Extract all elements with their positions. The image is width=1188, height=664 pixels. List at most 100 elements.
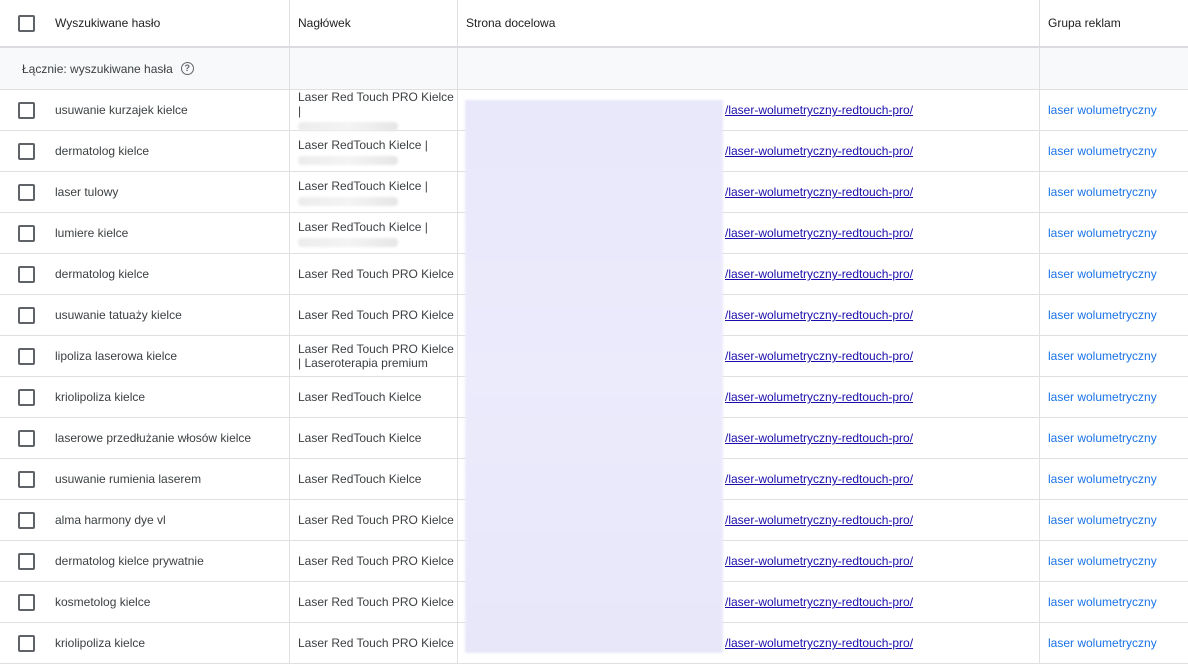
select-all-checkbox[interactable] xyxy=(18,14,35,32)
landing-page-link[interactable]: /laser-wolumetryczny-redtouch-pro/ xyxy=(725,513,913,527)
ad-group-link[interactable]: laser wolumetryczny xyxy=(1048,226,1157,240)
headline-text: Laser Red Touch PRO Kielce xyxy=(298,267,454,281)
ad-group-cell: laser wolumetryczny xyxy=(1040,254,1188,294)
row-checkbox[interactable] xyxy=(18,511,35,529)
keyword-cell: lumiere kielce xyxy=(0,213,290,253)
landing-page-link[interactable]: /laser-wolumetryczny-redtouch-pro/ xyxy=(725,431,913,445)
keyword-text: alma harmony dye vl xyxy=(55,513,166,527)
headline-block: Laser Red Touch PRO Kielce | Laseroterap… xyxy=(298,342,454,370)
keyword-cell: usuwanie rumienia laserem xyxy=(0,459,290,499)
keyword-text: usuwanie tatuaży kielce xyxy=(55,308,182,322)
ad-group-link[interactable]: laser wolumetryczny xyxy=(1048,267,1157,281)
headline-text: Laser Red Touch PRO Kielce xyxy=(298,636,454,650)
headline-cell: Laser RedTouch Kielce xyxy=(290,377,458,417)
landing-page-link[interactable]: /laser-wolumetryczny-redtouch-pro/ xyxy=(725,349,913,363)
ad-group-link[interactable]: laser wolumetryczny xyxy=(1048,636,1157,650)
ad-group-cell: laser wolumetryczny xyxy=(1040,131,1188,171)
headline-block: Laser Red Touch PRO Kielce xyxy=(298,636,454,650)
keyword-text: usuwanie kurzajek kielce xyxy=(55,103,188,117)
keyword-text: laserowe przedłużanie włosów kielce xyxy=(55,431,252,445)
header-landing-page[interactable]: Strona docelowa xyxy=(466,16,555,30)
row-checkbox[interactable] xyxy=(18,224,35,242)
headline-cell: Laser Red Touch PRO Kielce xyxy=(290,623,458,663)
landing-page-link[interactable]: /laser-wolumetryczny-redtouch-pro/ xyxy=(725,390,913,404)
total-label-cell: Łącznie: wyszukiwane hasła ? xyxy=(0,48,290,89)
headline-cell: Laser RedTouch Kielce | xyxy=(290,213,458,253)
row-checkbox[interactable] xyxy=(18,429,35,447)
row-checkbox[interactable] xyxy=(18,347,35,365)
row-checkbox[interactable] xyxy=(18,101,35,119)
ad-group-cell: laser wolumetryczny xyxy=(1040,418,1188,458)
headline-text: Laser RedTouch Kielce xyxy=(298,431,422,445)
ad-group-link[interactable]: laser wolumetryczny xyxy=(1048,472,1157,486)
landing-page-link[interactable]: /laser-wolumetryczny-redtouch-pro/ xyxy=(725,308,913,322)
landing-page-link[interactable]: /laser-wolumetryczny-redtouch-pro/ xyxy=(725,595,913,609)
headline-cell: Laser RedTouch Kielce xyxy=(290,418,458,458)
header-headline-cell: Nagłówek xyxy=(290,0,458,46)
headline-cell: Laser Red Touch PRO Kielce | xyxy=(290,89,458,131)
keyword-text: dermatolog kielce prywatnie xyxy=(55,554,204,568)
landing-page-link[interactable]: /laser-wolumetryczny-redtouch-pro/ xyxy=(725,144,913,158)
landing-page-link[interactable]: /laser-wolumetryczny-redtouch-pro/ xyxy=(725,554,913,568)
headline-text: Laser RedTouch Kielce | xyxy=(298,137,428,152)
keyword-text: laser tulowy xyxy=(55,185,119,199)
headline-text: Laser Red Touch PRO Kielce xyxy=(298,308,454,322)
ad-group-cell: laser wolumetryczny xyxy=(1040,623,1188,663)
ad-group-link[interactable]: laser wolumetryczny xyxy=(1048,308,1157,322)
headline-text: Laser RedTouch Kielce | xyxy=(298,178,428,193)
headline-cell: Laser RedTouch Kielce | xyxy=(290,172,458,212)
ad-group-link[interactable]: laser wolumetryczny xyxy=(1048,554,1157,568)
ad-group-cell: laser wolumetryczny xyxy=(1040,336,1188,376)
headline-text: Laser Red Touch PRO Kielce xyxy=(298,513,454,527)
keyword-cell: kriolipoliza kielce xyxy=(0,377,290,417)
header-ad-group[interactable]: Grupa reklam xyxy=(1048,16,1121,30)
header-keyword[interactable]: Wyszukiwane hasło xyxy=(55,16,160,30)
keyword-text: kosmetolog kielce xyxy=(55,595,151,609)
row-checkbox[interactable] xyxy=(18,634,35,652)
row-checkbox[interactable] xyxy=(18,142,35,160)
keyword-text: dermatolog kielce xyxy=(55,144,150,158)
ad-group-cell: laser wolumetryczny xyxy=(1040,377,1188,417)
row-checkbox[interactable] xyxy=(18,552,35,570)
help-circle-icon[interactable]: ? xyxy=(180,62,194,75)
headline-block: Laser RedTouch Kielce | xyxy=(298,138,428,165)
ad-group-link[interactable]: laser wolumetryczny xyxy=(1048,103,1157,117)
keyword-cell: usuwanie tatuaży kielce xyxy=(0,295,290,335)
headline-text: Laser RedTouch Kielce xyxy=(298,390,422,404)
headline-block: Laser Red Touch PRO Kielce xyxy=(298,554,454,568)
ad-group-link[interactable]: laser wolumetryczny xyxy=(1048,513,1157,527)
row-checkbox[interactable] xyxy=(18,388,35,406)
headline-cell: Laser Red Touch PRO Kielce xyxy=(290,541,458,581)
headline-block: Laser RedTouch Kielce xyxy=(298,390,421,404)
ad-group-link[interactable]: laser wolumetryczny xyxy=(1048,390,1157,404)
ad-group-link[interactable]: laser wolumetryczny xyxy=(1048,144,1157,158)
keyword-text: lumiere kielce xyxy=(55,226,129,240)
headline-text-line2: | xyxy=(298,103,302,118)
headline-block: Laser RedTouch Kielce xyxy=(298,472,421,486)
total-headline-cell xyxy=(290,48,458,89)
headline-block: Laser Red Touch PRO Kielce xyxy=(298,308,454,322)
redacted-headline xyxy=(298,237,398,247)
landing-page-link[interactable]: /laser-wolumetryczny-redtouch-pro/ xyxy=(725,267,913,281)
header-headline[interactable]: Nagłówek xyxy=(298,16,351,30)
headline-text: Laser Red Touch PRO Kielce xyxy=(298,89,454,104)
row-checkbox[interactable] xyxy=(18,470,35,488)
headline-cell: Laser RedTouch Kielce | xyxy=(290,131,458,171)
landing-page-link[interactable]: /laser-wolumetryczny-redtouch-pro/ xyxy=(725,472,913,486)
keyword-text: lipoliza laserowa kielce xyxy=(55,349,178,363)
header-keyword-cell: Wyszukiwane hasło xyxy=(0,0,290,46)
total-row: Łącznie: wyszukiwane hasła ? xyxy=(0,48,1188,90)
row-checkbox[interactable] xyxy=(18,306,35,324)
ad-group-link[interactable]: laser wolumetryczny xyxy=(1048,185,1157,199)
row-checkbox[interactable] xyxy=(18,183,35,201)
landing-page-link[interactable]: /laser-wolumetryczny-redtouch-pro/ xyxy=(725,636,913,650)
ad-group-link[interactable]: laser wolumetryczny xyxy=(1048,349,1157,363)
redacted-headline xyxy=(298,196,398,206)
row-checkbox[interactable] xyxy=(18,593,35,611)
ad-group-link[interactable]: laser wolumetryczny xyxy=(1048,595,1157,609)
landing-page-link[interactable]: /laser-wolumetryczny-redtouch-pro/ xyxy=(725,226,913,240)
ad-group-link[interactable]: laser wolumetryczny xyxy=(1048,431,1157,445)
row-checkbox[interactable] xyxy=(18,265,35,283)
landing-page-link[interactable]: /laser-wolumetryczny-redtouch-pro/ xyxy=(725,103,913,117)
landing-page-link[interactable]: /laser-wolumetryczny-redtouch-pro/ xyxy=(725,185,913,199)
